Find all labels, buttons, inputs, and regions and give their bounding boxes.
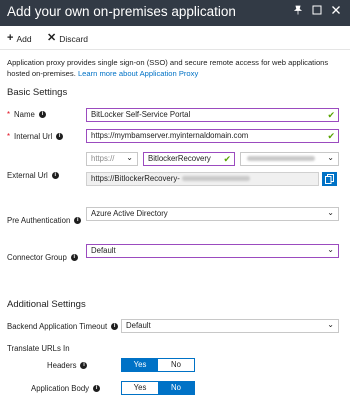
headers-label: Headers i [47,361,88,370]
external-url-preview: https://BitlockerRecovery- [86,172,319,186]
info-icon[interactable]: i [80,362,88,369]
backend-timeout-select[interactable]: Default ⌄ [121,319,339,333]
blade-title: Add your own on-premises application [7,4,236,19]
connector-group-select-value: Default [91,246,116,255]
subdomain-input[interactable]: BitlockerRecovery ✔ [143,152,235,166]
connector-group-label-text: Connector Group [7,253,67,262]
name-input-value: BitLocker Self-Service Portal [91,110,191,119]
add-button[interactable]: + Add [7,32,32,45]
name-label: * Name i [7,110,46,119]
body-no-option[interactable]: No [158,382,194,394]
chevron-down-icon: ⌄ [327,208,334,217]
connector-group-label: Connector Group i [7,253,78,262]
headers-toggle[interactable]: Yes No [121,358,195,372]
copy-to-clipboard-button[interactable] [322,172,337,186]
pre-auth-label-text: Pre Authentication [7,216,71,225]
chevron-down-icon: ⌄ [327,320,334,329]
add-button-label: Add [16,33,32,44]
connector-group-select[interactable]: Default ⌄ [86,244,339,258]
maximize-icon[interactable] [310,5,324,19]
required-marker: * [7,132,11,141]
info-icon[interactable]: i [111,323,119,330]
info-icon[interactable]: i [38,111,46,118]
headers-label-text: Headers [47,361,77,370]
pre-authentication-select[interactable]: Azure Active Directory ⌄ [86,207,339,221]
domain-suffix-select[interactable]: ⌄ [240,152,339,166]
external-url-label-text: External Url [7,171,48,180]
headers-no-option[interactable]: No [158,359,194,371]
pre-auth-select-value: Azure Active Directory [91,209,168,218]
discard-button-label: Discard [59,33,89,44]
subdomain-input-value: BitlockerRecovery [148,154,211,163]
valid-check-icon: ✔ [223,154,231,164]
redacted-domain [247,156,315,162]
name-input[interactable]: BitLocker Self-Service Portal ✔ [86,108,339,122]
application-body-label-text: Application Body [31,384,90,393]
backend-timeout-label: Backend Application Timeout i [7,322,119,331]
translate-urls-label: Translate URLs In [7,344,70,353]
name-label-text: Name [14,110,35,119]
close-icon[interactable] [329,5,343,19]
chevron-down-icon: ⌄ [327,153,334,162]
required-marker: * [7,110,11,119]
chevron-down-icon: ⌄ [327,245,334,254]
headers-yes-option[interactable]: Yes [122,359,158,371]
internal-url-input[interactable]: https://mymbamserver.myinternaldomain.co… [86,129,339,143]
blade-title-bar: Add your own on-premises application [0,0,350,26]
pin-icon[interactable] [291,5,305,19]
info-icon[interactable]: i [74,217,82,224]
pre-authentication-label: Pre Authentication i [7,216,82,225]
redacted-domain [182,176,250,182]
copy-icon [325,174,334,184]
internal-url-label: * Internal Url i [7,132,64,141]
discard-x-icon: ✕ [47,32,57,44]
chevron-down-icon: ⌄ [126,153,133,162]
plus-icon: + [7,32,14,44]
info-icon[interactable]: i [70,254,78,261]
internal-url-value: https://mymbamserver.myinternaldomain.co… [91,131,249,140]
discard-button[interactable]: ✕ Discard [47,32,88,45]
info-icon[interactable]: i [51,172,59,179]
info-icon[interactable]: i [93,385,101,392]
additional-settings-heading: Additional Settings [7,299,86,310]
backend-timeout-label-text: Backend Application Timeout [7,322,108,331]
external-url-label: External Url i [7,171,59,180]
scheme-select-value: https:// [91,154,115,163]
external-url-preview-value: https://BitlockerRecovery- [91,174,180,183]
learn-more-link[interactable]: Learn more about Application Proxy [78,69,198,78]
internal-url-label-text: Internal Url [14,132,53,141]
basic-settings-heading: Basic Settings [7,87,68,98]
app-proxy-description: Application proxy provides single sign-o… [7,58,343,79]
body-yes-option[interactable]: Yes [122,382,158,394]
backend-timeout-select-value: Default [126,321,151,330]
application-body-label: Application Body i [31,384,101,393]
application-body-toggle[interactable]: Yes No [121,381,195,395]
command-bar: + Add ✕ Discard [0,26,350,50]
scheme-select[interactable]: https:// ⌄ [86,152,138,166]
valid-check-icon: ✔ [327,131,335,141]
valid-check-icon: ✔ [327,110,335,120]
info-icon[interactable]: i [56,133,64,140]
